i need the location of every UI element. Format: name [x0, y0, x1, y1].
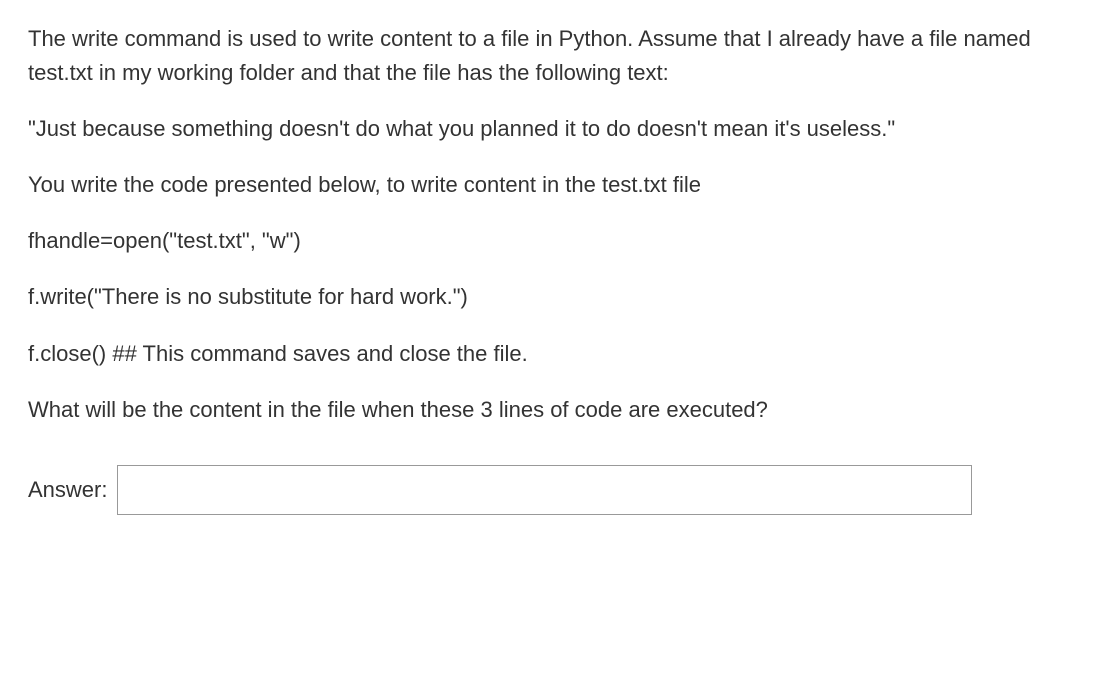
answer-label: Answer: [28, 473, 107, 507]
code-line-2: f.write("There is no substitute for hard… [28, 280, 1080, 314]
answer-input[interactable] [117, 465, 972, 515]
file-content-quote: "Just because something doesn't do what … [28, 112, 1080, 146]
code-line-3: f.close() ## This command saves and clos… [28, 337, 1080, 371]
question-prompt: What will be the content in the file whe… [28, 393, 1080, 427]
answer-row: Answer: [28, 465, 1080, 515]
question-intro-paragraph: The write command is used to write conte… [28, 22, 1080, 90]
code-intro-paragraph: You write the code presented below, to w… [28, 168, 1080, 202]
code-line-1: fhandle=open("test.txt", "w") [28, 224, 1080, 258]
